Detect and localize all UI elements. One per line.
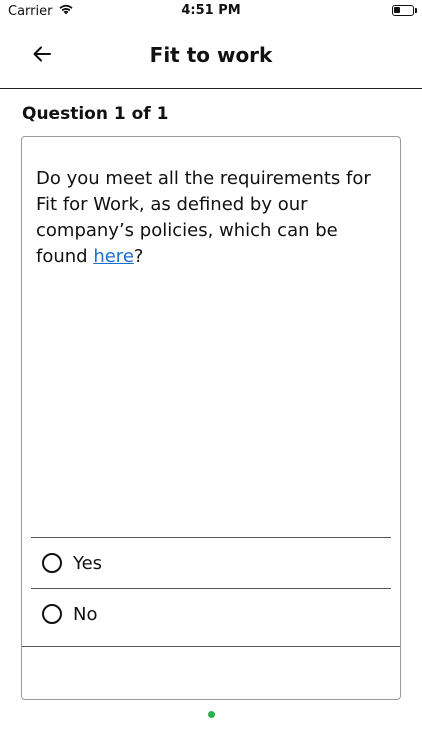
policy-link[interactable]: here: [93, 246, 134, 267]
page-dot-active: [207, 711, 215, 718]
option-yes[interactable]: Yes: [31, 537, 391, 588]
battery-low-icon: [392, 5, 417, 16]
status-time: 4:51 PM: [181, 3, 241, 18]
nav-header: Fit to work: [0, 24, 422, 89]
option-no[interactable]: No: [31, 588, 391, 639]
answer-options: Yes No: [31, 537, 391, 639]
page-indicator: [0, 711, 422, 718]
question-text-main: Do you meet all the requirements for Fit…: [36, 168, 371, 267]
page-title: Fit to work: [149, 43, 273, 67]
option-label: No: [73, 603, 98, 625]
question-text: Do you meet all the requirements for Fit…: [36, 166, 388, 270]
option-label: Yes: [73, 552, 103, 574]
question-counter: Question 1 of 1: [22, 104, 169, 124]
radio-unchecked-icon[interactable]: [42, 604, 62, 624]
question-text-end: ?: [133, 246, 144, 267]
card-footer: [22, 646, 400, 699]
status-bar: Carrier 4:51 PM: [0, 0, 422, 24]
battery-level: [394, 7, 400, 13]
radio-unchecked-icon[interactable]: [42, 553, 62, 573]
question-card: Do you meet all the requirements for Fit…: [21, 136, 401, 700]
